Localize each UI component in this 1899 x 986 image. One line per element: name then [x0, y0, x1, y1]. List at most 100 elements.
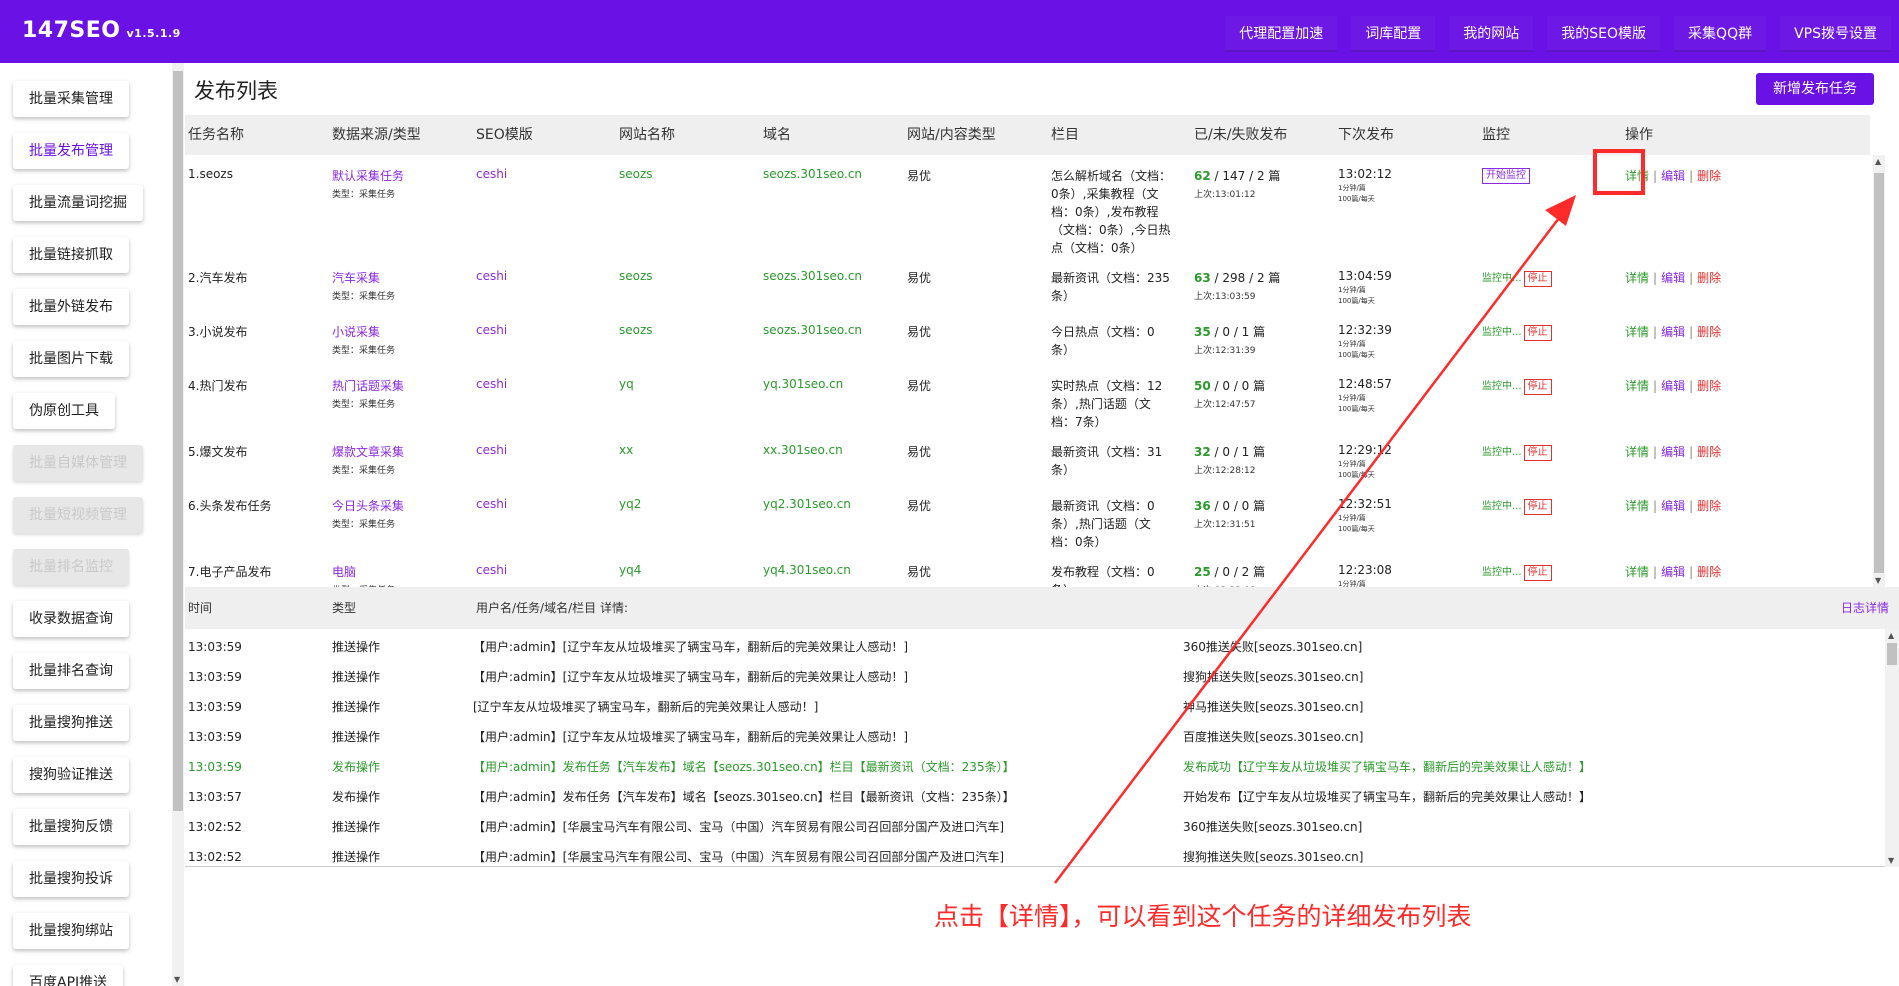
nav-my-seo-templates[interactable]: 我的SEO模版 [1547, 16, 1661, 52]
next-time: 12:48:57 [1338, 377, 1392, 391]
edit-link[interactable]: 编辑 [1661, 169, 1685, 183]
log-scroll-thumb[interactable] [1887, 643, 1897, 665]
sidebar-item[interactable]: 批量发布管理 [13, 133, 129, 169]
stop-monitor-button[interactable]: 停止 [1523, 325, 1552, 341]
edit-link[interactable]: 编辑 [1661, 271, 1685, 285]
detail-link[interactable]: 详情 [1625, 325, 1649, 339]
delete-link[interactable]: 删除 [1697, 169, 1721, 183]
detail-link[interactable]: 详情 [1625, 445, 1649, 459]
seo-template[interactable]: ceshi [476, 323, 507, 337]
sidebar-item[interactable]: 批量链接抓取 [13, 237, 129, 273]
sidebar-item[interactable]: 批量搜狗绑站 [13, 913, 129, 949]
sidebar-item[interactable]: 百度API推送 [13, 965, 124, 986]
log-scrollbar[interactable]: ▲ ▼ [1885, 629, 1899, 867]
nav-qq-group[interactable]: 采集QQ群 [1674, 16, 1767, 52]
seo-template[interactable]: ceshi [476, 497, 507, 511]
site-name[interactable]: yq [619, 377, 634, 391]
stop-monitor-button[interactable]: 停止 [1523, 379, 1552, 395]
scroll-down-icon[interactable]: ▼ [1875, 576, 1881, 585]
seo-template[interactable]: ceshi [476, 269, 507, 283]
sidebar-item[interactable]: 批量排名查询 [13, 653, 129, 689]
detail-link[interactable]: 详情 [1625, 379, 1649, 393]
sidebar-item[interactable]: 批量搜狗反馈 [13, 809, 129, 845]
source-link[interactable]: 汽车采集 [332, 269, 395, 286]
sidebar-item[interactable]: 批量图片下载 [13, 341, 129, 377]
domain[interactable]: seozs.301seo.cn [763, 167, 862, 181]
sidebar-item[interactable]: 搜狗验证推送 [13, 757, 129, 793]
source-type: 类型：采集任务 [332, 463, 404, 476]
site-name[interactable]: seozs [619, 269, 653, 283]
delete-link[interactable]: 删除 [1697, 379, 1721, 393]
edit-link[interactable]: 编辑 [1661, 499, 1685, 513]
detail-link[interactable]: 详情 [1625, 499, 1649, 513]
detail-link[interactable]: 详情 [1625, 565, 1649, 579]
edit-link[interactable]: 编辑 [1661, 445, 1685, 459]
sidebar-scrollbar[interactable]: ▼ [172, 63, 184, 986]
log-result: 百度推送失败[seozs.301seo.cn] [1183, 730, 1364, 744]
log-result: 360推送失败[seozs.301seo.cn] [1183, 640, 1363, 654]
scroll-down-icon[interactable]: ▼ [174, 975, 180, 984]
stop-monitor-button[interactable]: 停止 [1523, 499, 1552, 515]
site-name[interactable]: yq4 [619, 563, 641, 577]
scroll-up-icon[interactable]: ▲ [1888, 631, 1894, 640]
sidebar-item[interactable]: 批量搜狗推送 [13, 705, 129, 741]
domain[interactable]: yq4.301seo.cn [763, 563, 851, 577]
start-monitor-button[interactable]: 开始监控 [1482, 168, 1530, 184]
stop-monitor-button[interactable]: 停止 [1523, 565, 1552, 581]
delete-link[interactable]: 删除 [1697, 499, 1721, 513]
sidebar-scroll-thumb[interactable] [173, 71, 183, 811]
monitoring-status: 监控中... [1482, 273, 1522, 284]
source-link[interactable]: 电脑 [332, 563, 395, 580]
source-link[interactable]: 今日头条采集 [332, 497, 404, 514]
domain[interactable]: yq.301seo.cn [763, 377, 843, 391]
nav-vps-dial[interactable]: VPS拨号设置 [1780, 16, 1891, 52]
delete-link[interactable]: 删除 [1697, 271, 1721, 285]
source-link[interactable]: 爆款文章采集 [332, 443, 404, 460]
scroll-up-icon[interactable]: ▲ [1875, 157, 1881, 166]
sidebar-item: 批量排名监控 [13, 549, 129, 585]
sidebar-item[interactable]: 批量搜狗投诉 [13, 861, 129, 897]
domain[interactable]: seozs.301seo.cn [763, 323, 862, 337]
sidebar-item[interactable]: 批量流量词挖掘 [13, 185, 143, 221]
source-link[interactable]: 默认采集任务 [332, 167, 404, 184]
site-name[interactable]: seozs [619, 323, 653, 337]
task-columns: 最新资讯（文档：31条） [1051, 445, 1163, 477]
new-publish-task-button[interactable]: 新增发布任务 [1756, 73, 1874, 105]
task-name: 4.热门发布 [188, 379, 248, 393]
nav-keyword-config[interactable]: 词库配置 [1351, 16, 1436, 52]
delete-link[interactable]: 删除 [1697, 325, 1721, 339]
domain[interactable]: yq2.301seo.cn [763, 497, 851, 511]
stop-monitor-button[interactable]: 停止 [1523, 445, 1552, 461]
delete-link[interactable]: 删除 [1697, 445, 1721, 459]
sidebar-item[interactable]: 批量采集管理 [13, 81, 129, 117]
edit-link[interactable]: 编辑 [1661, 325, 1685, 339]
site-name[interactable]: xx [619, 443, 633, 457]
seo-template[interactable]: ceshi [476, 377, 507, 391]
separator: | [1689, 169, 1694, 183]
seo-template[interactable]: ceshi [476, 167, 507, 181]
domain[interactable]: seozs.301seo.cn [763, 269, 862, 283]
seo-template[interactable]: ceshi [476, 443, 507, 457]
publish-stats: 50 / 0 / 0 篇 上次:12:47:57 [1194, 377, 1265, 410]
nav-proxy-config[interactable]: 代理配置加速 [1225, 16, 1338, 52]
detail-link[interactable]: 详情 [1625, 271, 1649, 285]
edit-link[interactable]: 编辑 [1661, 379, 1685, 393]
task-table-scrollbar[interactable]: ▲ ▼ [1873, 155, 1885, 587]
sidebar-item[interactable]: 批量外链发布 [13, 289, 129, 325]
scroll-down-icon[interactable]: ▼ [1888, 856, 1894, 865]
seo-template[interactable]: ceshi [476, 563, 507, 577]
stop-monitor-button[interactable]: 停止 [1523, 271, 1552, 287]
source-link[interactable]: 热门话题采集 [332, 377, 404, 394]
nav-my-sites[interactable]: 我的网站 [1449, 16, 1534, 52]
task-scroll-thumb[interactable] [1874, 173, 1884, 573]
sidebar-item[interactable]: 伪原创工具 [13, 393, 115, 429]
domain[interactable]: xx.301seo.cn [763, 443, 843, 457]
sidebar-item[interactable]: 收录数据查询 [13, 601, 129, 637]
log-detail-link[interactable]: 日志详情 [1841, 587, 1889, 629]
source-link[interactable]: 小说采集 [332, 323, 395, 340]
delete-link[interactable]: 删除 [1697, 565, 1721, 579]
edit-link[interactable]: 编辑 [1661, 565, 1685, 579]
interval-per-day: 100篇/每天 [1338, 195, 1375, 203]
site-name[interactable]: yq2 [619, 497, 641, 511]
site-name[interactable]: seozs [619, 167, 653, 181]
